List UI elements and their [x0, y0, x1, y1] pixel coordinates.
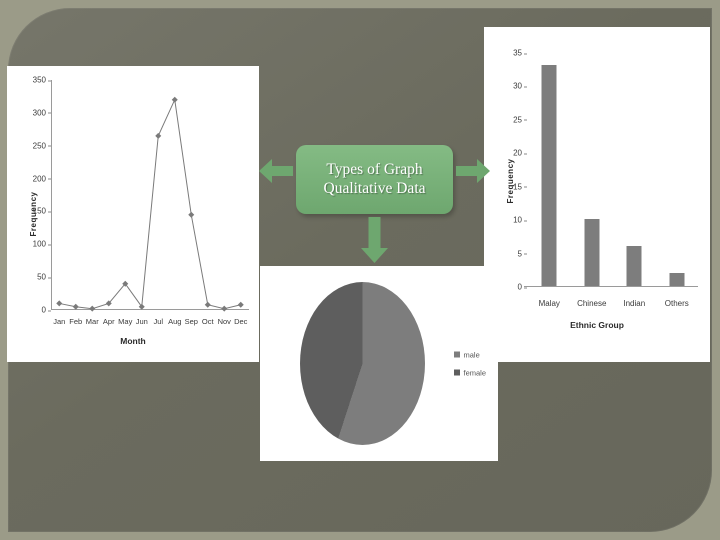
line-chart-y-tick: 50 [37, 272, 51, 282]
line-chart-y-tick: 250 [32, 141, 52, 151]
line-chart-x-tick: Aug [168, 317, 182, 326]
bar-chart-y-tick: 5 [517, 249, 529, 259]
pie-chart-legend: male female [454, 341, 486, 386]
line-chart-x-tick: Mar [85, 317, 99, 326]
line-chart-marker [188, 211, 195, 218]
bar-chart-x-tick: Chinese [577, 299, 607, 308]
line-chart-series [56, 80, 244, 312]
bar-chart-y-tick: 0 [517, 282, 529, 292]
pie-chart-panel: male female [260, 266, 498, 461]
line-chart-x-tick: Jun [135, 317, 148, 326]
line-chart-x-tick: May [118, 317, 133, 326]
bar-chart-x-axis-title: Ethnic Group [570, 320, 624, 330]
bar-chart-bar [669, 272, 685, 286]
line-chart-y-tick: 300 [32, 108, 52, 118]
bar-chart-panel: Frequency 0 5 10 15 20 25 30 35 Malay Chinese Indi… [484, 27, 710, 362]
callout-line-2: Qualitative Data [323, 179, 426, 197]
callout-line-1: Types of Graph [326, 160, 423, 178]
line-chart-marker [221, 305, 228, 312]
bar-chart-y-axis-title: Frequency [505, 158, 515, 204]
right-arrow-icon [456, 159, 490, 183]
line-chart-x-tick: Apr [102, 317, 115, 326]
line-chart-polyline [59, 100, 241, 309]
line-chart-y-tick: 0 [41, 305, 53, 315]
pie-legend-item: female [454, 368, 486, 377]
bar-chart-y-tick: 35 [513, 48, 527, 58]
pie-legend-swatch [454, 351, 461, 358]
line-chart-y-tick: 100 [32, 239, 52, 249]
bar-chart-x-axis [524, 286, 698, 287]
line-chart-x-tick: Dec [234, 317, 248, 326]
line-chart-y-tick: 200 [32, 174, 52, 184]
line-chart-y-tick: 150 [32, 206, 52, 216]
down-arrow-icon [361, 217, 388, 263]
line-chart-x-axis-title: Month [120, 336, 146, 346]
line-chart-x-tick: Sep [184, 317, 198, 326]
line-chart-marker [204, 301, 211, 308]
bar-chart-y-tick: 25 [513, 115, 527, 125]
bar-chart-bar [541, 65, 557, 286]
bar-chart-y-tick: 30 [513, 81, 527, 91]
line-chart-x-tick: Oct [201, 317, 214, 326]
bar-chart-y-tick: 15 [513, 182, 527, 192]
pie-legend-swatch [454, 369, 461, 376]
line-chart-marker [237, 301, 244, 308]
bar-chart-x-tick: Malay [538, 299, 560, 308]
pie-legend-label: male [463, 350, 480, 359]
line-chart-panel: Frequency 0 50 100 150 200 250 300 350 Jan Feb Mar… [7, 66, 259, 362]
bar-chart-x-tick: Indian [623, 299, 646, 308]
line-chart-marker [72, 303, 79, 310]
line-chart-marker [89, 305, 96, 312]
pie-legend-label: female [463, 368, 486, 377]
callout-box[interactable]: Types of Graph Qualitative Data [296, 145, 453, 214]
line-chart-x-tick: Jul [153, 317, 164, 326]
bar-chart-y-tick: 20 [513, 148, 527, 158]
line-chart-y-tick: 350 [32, 75, 52, 85]
line-chart-plot-area: 0 50 100 150 200 250 300 350 Jan Feb Mar Apr May Jun J… [33, 76, 249, 326]
line-chart-x-tick: Feb [69, 317, 83, 326]
bar-chart-bar [626, 245, 642, 286]
bar-chart-plot-area: 0 5 10 15 20 25 30 35 Malay Chinese Indian Others [513, 49, 698, 308]
line-chart-marker [56, 300, 63, 307]
line-chart-x-tick: Nov [217, 317, 231, 326]
pie-chart-graphic [300, 282, 425, 445]
bar-chart-bar [584, 219, 600, 286]
line-chart-x-tick: Jan [53, 317, 66, 326]
left-arrow-icon [259, 159, 293, 183]
slide-canvas: Frequency 0 50 100 150 200 250 300 350 Jan Feb Mar… [0, 0, 720, 540]
line-chart-marker [171, 96, 178, 103]
line-chart-marker [155, 132, 162, 139]
bar-chart-x-tick: Others [664, 299, 689, 308]
bar-chart-y-tick: 10 [513, 215, 527, 225]
pie-legend-item: male [454, 350, 486, 359]
